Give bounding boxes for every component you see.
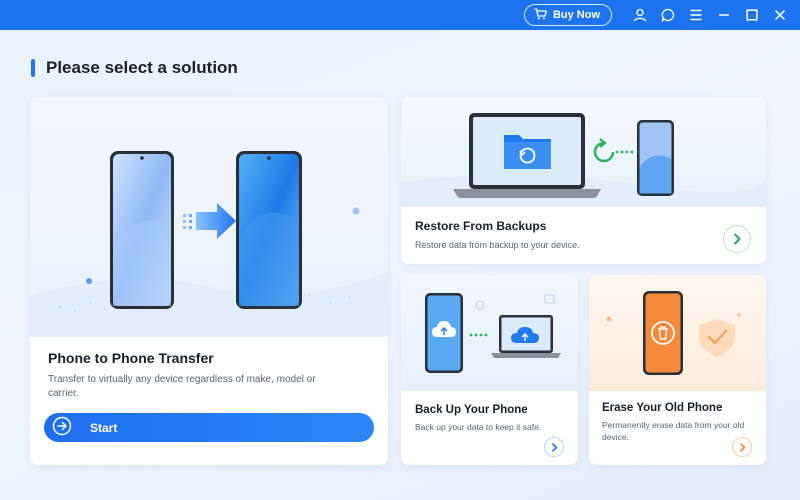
card-description: Back up your data to keep it safe. [415,422,542,432]
chevron-right-icon[interactable] [544,437,564,457]
card-description: Transfer to virtually any device regardl… [48,374,316,399]
minimize-icon[interactable] [710,0,738,30]
card-description: Restore data from backup to your device. [415,240,580,250]
chat-icon[interactable] [654,0,682,30]
page-title: Please select a solution [46,58,238,77]
restore-illustration [401,97,766,207]
cart-icon [534,7,547,23]
erase-your-old-phone-card[interactable]: Erase Your Old Phone Permanently erase d… [589,275,766,465]
user-icon[interactable] [626,0,654,30]
phone-to-phone-transfer-card[interactable]: Phone to Phone Transfer Transfer to virt… [30,97,388,465]
erase-illustration [589,275,766,391]
close-icon[interactable] [766,0,794,30]
card-title: Erase Your Old Phone [602,402,723,414]
chevron-right-icon[interactable] [732,437,752,457]
title-bar: Buy Now [0,0,800,30]
menu-icon[interactable] [682,0,710,30]
phone-transfer-illustration [30,97,388,337]
heading-accent-bar [31,59,35,77]
backup-illustration [401,275,578,391]
section-heading: Please select a solution [31,58,238,78]
maximize-icon[interactable] [738,0,766,30]
start-button-label: Start [90,420,118,435]
chevron-right-icon[interactable] [723,225,751,253]
buy-now-label: Buy Now [552,9,600,21]
card-title: Restore From Backups [415,219,547,233]
card-title: Phone to Phone Transfer [48,350,214,366]
buy-now-button[interactable]: Buy Now [523,4,612,26]
restore-from-backups-card[interactable]: Restore From Backups Restore data from b… [401,97,766,264]
card-description: Permanently erase data from your old dev… [602,420,745,442]
back-up-your-phone-card[interactable]: Back Up Your Phone Back up your data to … [401,275,578,465]
arrow-right-circle-icon [52,416,72,439]
start-button[interactable]: Start [44,413,374,442]
card-title: Back Up Your Phone [415,404,528,416]
